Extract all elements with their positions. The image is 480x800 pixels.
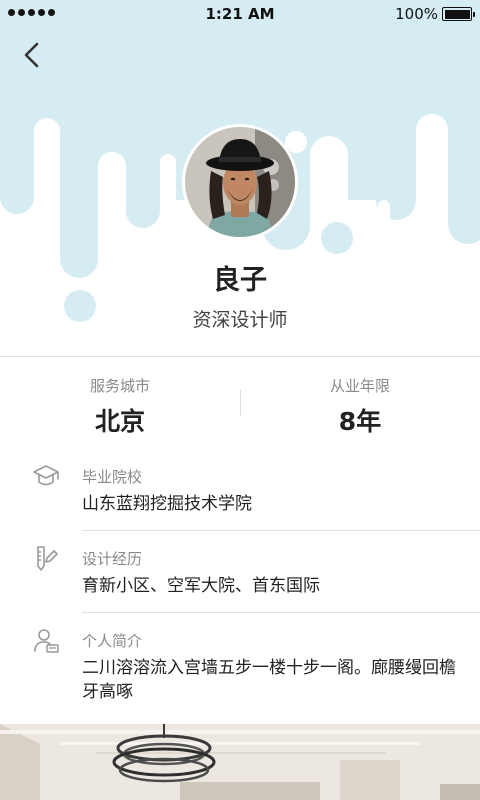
row-divider (82, 612, 480, 613)
school-value: 山东蓝翔挖掘技术学院 (82, 494, 252, 514)
graduation-cap-icon (33, 465, 59, 486)
chevron-left-icon (24, 42, 39, 68)
experience-label: 设计经历 (82, 550, 143, 568)
experience-value: 育新小区、空军大院、首东国际 (82, 576, 320, 596)
info-experience: 设计经历 育新小区、空军大院、首东国际 (0, 540, 480, 613)
school-label: 毕业院校 (82, 468, 143, 486)
avatar-photo (185, 127, 295, 237)
stat-city-value: 北京 (94, 407, 145, 436)
status-bar: 1:21 AM 100% (0, 0, 480, 28)
interior-photo[interactable] (0, 724, 480, 800)
back-button[interactable] (14, 36, 48, 74)
profile-name: 良子 (213, 265, 267, 296)
row-divider (82, 530, 480, 531)
battery-full-icon (442, 7, 475, 21)
stat-years: 从业年限 8年 (240, 358, 480, 438)
intro-label: 个人简介 (82, 632, 143, 650)
profile-title: 资深设计师 (192, 309, 288, 331)
avatar[interactable] (182, 124, 298, 240)
battery-percent: 100% (395, 5, 438, 23)
stat-years-value: 8年 (338, 407, 382, 436)
design-tools-icon (37, 546, 58, 571)
stat-years-label: 从业年限 (329, 377, 390, 395)
info-school: 毕业院校 山东蓝翔挖掘技术学院 (0, 458, 480, 531)
info-intro: 个人简介 二川溶溶流入宫墙五步一楼十步一阁。廊腰缦回檐牙高啄 (0, 622, 480, 712)
interior-photo-image (0, 724, 480, 800)
person-card-icon (34, 629, 59, 653)
stat-city: 服务城市 北京 (0, 358, 240, 438)
stats-row: 服务城市 北京 从业年限 8年 (0, 358, 480, 448)
section-divider (0, 356, 480, 357)
intro-value: 二川溶溶流入宫墙五步一楼十步一阁。廊腰缦回檐牙高啄 (82, 658, 456, 702)
stat-city-label: 服务城市 (89, 377, 150, 395)
